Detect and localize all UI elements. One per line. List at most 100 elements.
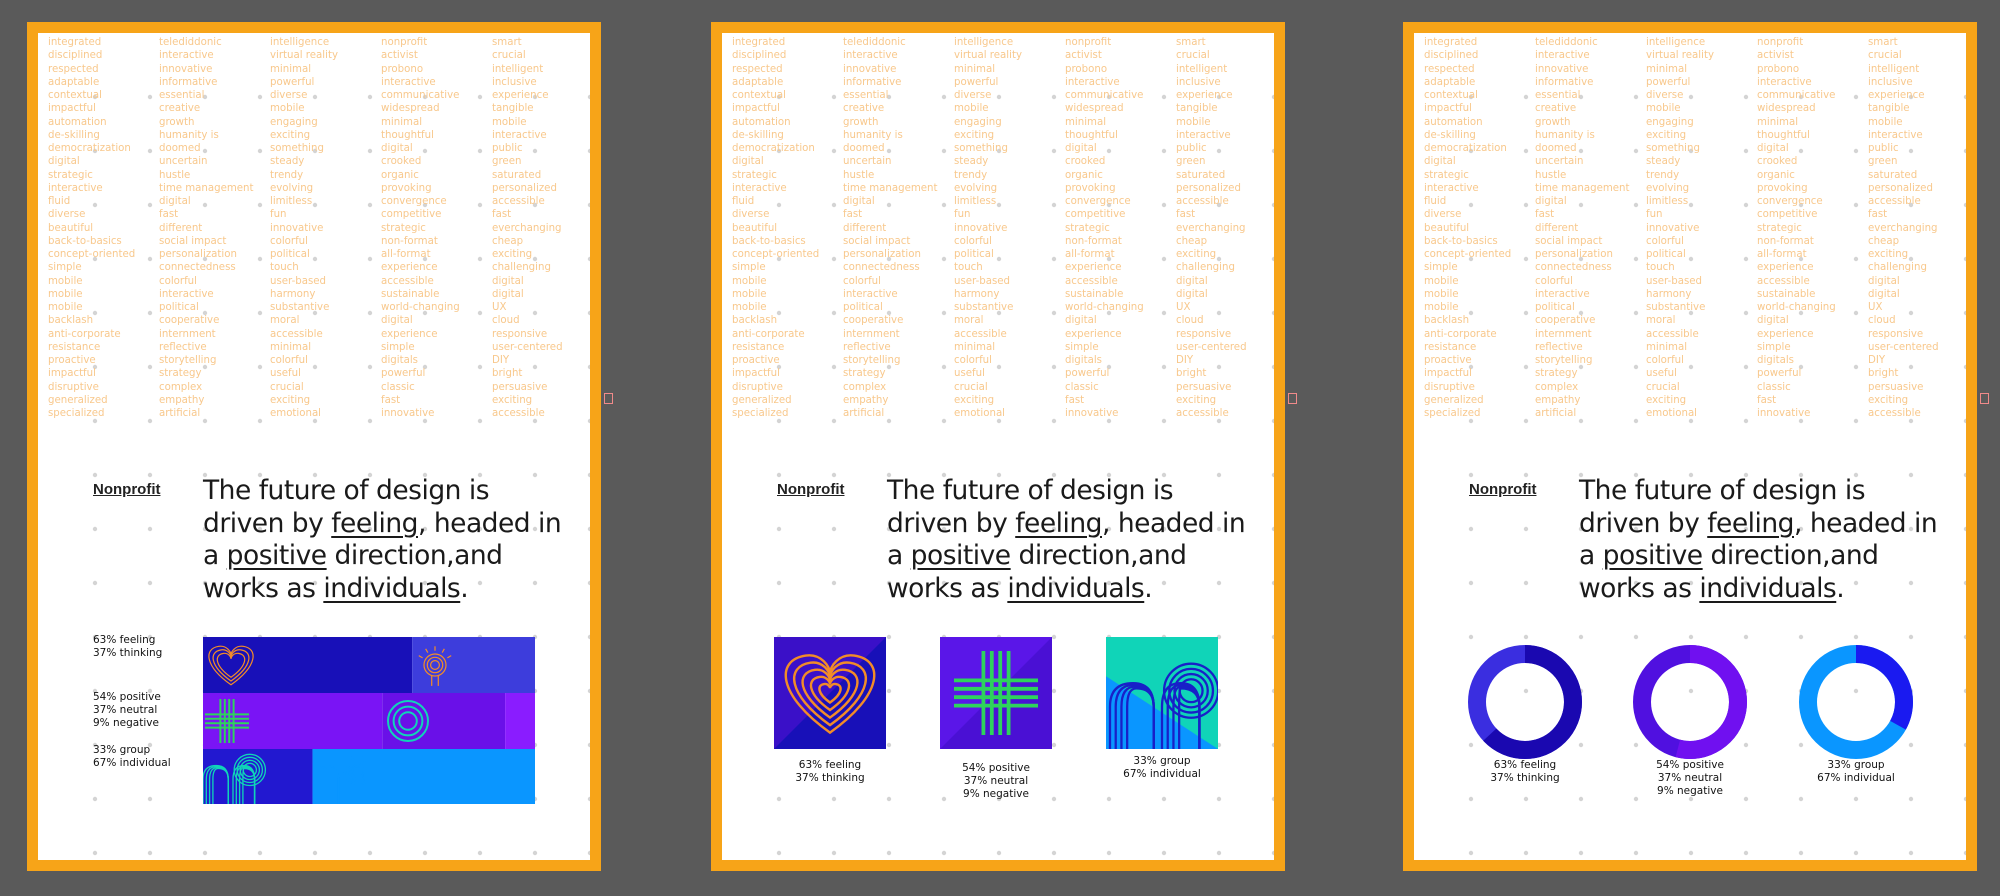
keyword: mobile	[48, 302, 83, 313]
keyword: mobile	[954, 103, 989, 115]
keyword: simple	[732, 262, 766, 274]
keyword: disruptive	[1424, 381, 1475, 393]
keyword: green	[1868, 156, 1898, 168]
keyword: everchanging	[492, 222, 562, 234]
keyword: innovative	[954, 222, 1008, 234]
keyword: storytelling	[843, 355, 901, 366]
keyword: connectedness	[159, 262, 236, 274]
keyword: challenging	[1176, 262, 1235, 274]
keyword: digital	[492, 288, 524, 300]
keyword: impactful	[1424, 103, 1472, 115]
keyword: personalization	[843, 249, 921, 260]
keyword: generalized	[732, 394, 792, 406]
keyword: accessible	[381, 275, 434, 287]
keyword: widespread	[1065, 103, 1124, 115]
keyword: beautiful	[732, 222, 778, 234]
keyword: crucial	[492, 50, 526, 62]
keyword: tangible	[492, 103, 534, 115]
keyword: adaptable	[1424, 76, 1476, 88]
artboard-2[interactable]: integrated disciplined respected adaptable c…	[711, 22, 1297, 871]
edge-marker	[604, 393, 613, 404]
keyword: exciting	[1868, 394, 1909, 406]
stat-line: 67% individual	[93, 757, 171, 770]
stat-line: 54% positive	[962, 762, 1030, 774]
keyword: thoughtful	[1065, 129, 1118, 141]
edge-marker	[1980, 393, 1989, 404]
keyword: persuasive	[492, 381, 548, 393]
keyword: simple	[1424, 262, 1458, 274]
keyword: sustainable	[1757, 288, 1816, 300]
keyword: interactive	[1535, 288, 1590, 300]
keyword: interactive	[1868, 129, 1923, 141]
keyword: internment	[159, 328, 216, 340]
keyword: digital	[1757, 143, 1789, 154]
keyword: thoughtful	[1757, 129, 1810, 141]
keyword: generalized	[1424, 394, 1484, 406]
keyword: minimal	[270, 63, 312, 75]
keyword: growth	[1535, 116, 1571, 128]
stat-line: 67% individual	[1123, 768, 1201, 781]
keyword: strategy	[843, 368, 886, 380]
keyword: persuasive	[1176, 381, 1232, 393]
artboard-3[interactable]: integrated disciplined respected adaptable c…	[1403, 22, 1989, 871]
stat-line: 33% group	[1133, 755, 1191, 767]
keyword: UX	[492, 302, 507, 313]
stat-line: 54% positive	[1656, 759, 1724, 771]
keyword: colorful	[1646, 355, 1684, 366]
keyword: fast	[1176, 209, 1196, 221]
keyword: mobile	[732, 288, 767, 300]
keyword: evolving	[954, 182, 998, 194]
keyword: intelligent	[492, 63, 544, 75]
stat-line: 63% feeling	[1493, 759, 1557, 771]
keyword-column-5: smart crucial intelligent inclusive experien…	[1868, 36, 1939, 420]
keyword: fluid	[732, 196, 755, 207]
keyword: digital	[381, 143, 413, 154]
keyword: integrated	[732, 37, 786, 48]
keyword: digital	[381, 315, 413, 327]
artboard-1[interactable]: integrated disciplined respected adaptable c…	[27, 22, 613, 871]
keyword: interactive	[159, 50, 214, 62]
keyword: interactive	[1065, 76, 1120, 88]
keyword: DIY	[1868, 355, 1886, 366]
keyword: interactive	[1176, 129, 1231, 141]
keyword: reflective	[1535, 341, 1583, 353]
keyword: limitless	[270, 196, 313, 207]
keyword: de-skilling	[1424, 129, 1476, 141]
keyword: personalized	[492, 182, 557, 194]
keyword: cooperative	[843, 315, 904, 327]
keyword: innovative	[843, 63, 897, 75]
keyword: user-centered	[1868, 341, 1939, 353]
keyword: innovative	[1535, 63, 1589, 75]
mosaic-feeling-bar	[203, 637, 413, 693]
keyword: complex	[159, 381, 203, 393]
keyword: connectedness	[843, 262, 920, 274]
stat-line: 33% group	[93, 744, 151, 756]
keyword: empathy	[159, 394, 205, 406]
keyword: exciting	[1176, 394, 1217, 406]
keyword: inclusive	[1868, 76, 1913, 88]
keyword: tangible	[1176, 103, 1218, 115]
keyword: political	[1535, 302, 1575, 313]
keyword: tangible	[1868, 103, 1910, 115]
keyword: digital	[1535, 196, 1567, 207]
keyword: intelligence	[270, 37, 330, 48]
keyword: telediddonic	[843, 37, 906, 48]
keyword: colorful	[1535, 275, 1573, 287]
keyword-column-1: integrated disciplined respected adaptable c…	[1424, 36, 1511, 420]
stat-line: 37% neutral	[963, 775, 1029, 788]
keyword: bright	[492, 368, 523, 380]
keyword: fast	[843, 209, 863, 221]
keyword: fast	[1868, 209, 1888, 221]
positive-donut	[1630, 642, 1750, 766]
keyword: disciplined	[48, 50, 103, 62]
keyword: interactive	[732, 182, 787, 194]
keyword: world-changing	[1757, 302, 1836, 313]
data-mosaic	[202, 637, 535, 804]
keyword: powerful	[1646, 76, 1691, 88]
keyword: interactive	[1757, 76, 1812, 88]
keyword: reflective	[159, 341, 207, 353]
keyword: accessible	[1646, 328, 1699, 340]
keyword: experience	[1757, 328, 1814, 340]
keyword: back-to-basics	[732, 235, 806, 247]
keyword: activist	[1757, 50, 1794, 62]
